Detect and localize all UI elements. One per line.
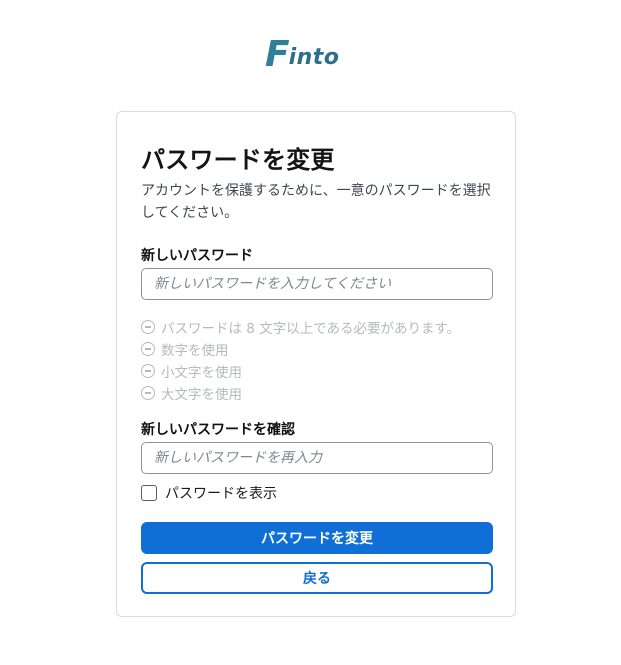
logo-wordmark-rest: into	[288, 45, 340, 70]
requirement-min-length: パスワードは 8 文字以上である必要があります。	[141, 316, 501, 338]
show-password-checkbox[interactable]	[141, 485, 157, 501]
requirement-text: 小文字を使用	[161, 365, 242, 381]
back-button[interactable]: 戻る	[141, 562, 493, 594]
password-requirements-list: パスワードは 8 文字以上である必要があります。 数字を使用 小文字を使用 大文…	[141, 316, 501, 404]
requirement-text: 数字を使用	[161, 343, 229, 359]
new-password-input[interactable]	[141, 268, 493, 300]
description-text: アカウントを保護するために、一意のパスワードを選択してください。	[141, 183, 491, 221]
show-password-label: パスワードを表示	[165, 486, 277, 502]
requirement-text: 大文字を使用	[161, 387, 242, 403]
page-title: パスワードを変更	[141, 146, 335, 174]
finto-logo: Finto	[265, 37, 365, 77]
new-password-label: 新しいパスワード	[141, 248, 253, 264]
requirement-text: パスワードは 8 文字以上である必要があります。	[161, 321, 461, 337]
show-password-toggle[interactable]: パスワードを表示	[141, 484, 277, 502]
logo-letter-f: F	[265, 34, 290, 75]
minus-circle-icon	[141, 320, 155, 334]
minus-circle-icon	[141, 386, 155, 400]
requirement-uppercase: 大文字を使用	[141, 382, 501, 404]
confirm-password-input[interactable]	[141, 442, 493, 474]
confirm-password-label: 新しいパスワードを確認	[141, 422, 295, 438]
requirement-lowercase: 小文字を使用	[141, 360, 501, 382]
logo-wordmark: Finto	[265, 37, 339, 73]
change-password-card: パスワードを変更 アカウントを保護するために、一意のパスワードを選択してください…	[116, 111, 516, 617]
minus-circle-icon	[141, 342, 155, 356]
minus-circle-icon	[141, 364, 155, 378]
requirement-number: 数字を使用	[141, 338, 501, 360]
change-password-button[interactable]: パスワードを変更	[141, 522, 493, 554]
